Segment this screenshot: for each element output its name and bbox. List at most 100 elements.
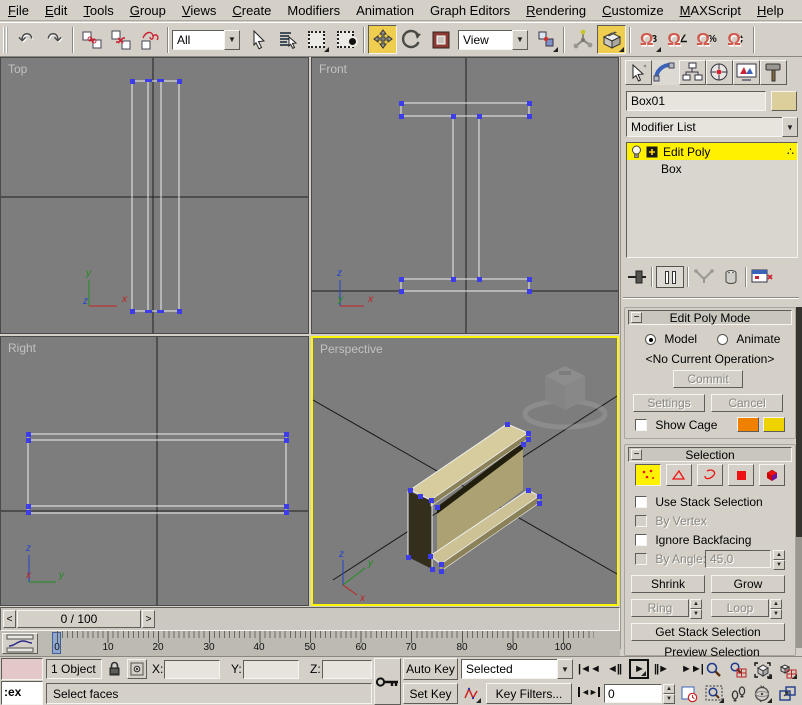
percent-snap-toggle[interactable]: Ω% (692, 25, 721, 54)
rollout-edit-poly-mode-header[interactable]: − Edit Poly Mode (628, 310, 792, 325)
menu-graph-editors[interactable]: Graph Editors (422, 1, 518, 20)
viewport-right-label[interactable]: Right (8, 341, 36, 355)
model-radio[interactable]: Model (645, 332, 697, 346)
undo-button[interactable]: ↶ (11, 25, 40, 54)
checkbox-icon[interactable] (635, 515, 647, 527)
select-and-move-button[interactable] (368, 25, 397, 54)
bind-to-space-warp-button[interactable] (135, 25, 164, 54)
viewport-front-label[interactable]: Front (319, 62, 347, 76)
show-end-result-toggle[interactable] (656, 266, 684, 288)
grow-button[interactable]: Grow (711, 575, 785, 593)
edge-mode-button[interactable] (666, 464, 692, 486)
redo-button[interactable]: ↷ (40, 25, 69, 54)
object-color-swatch[interactable] (771, 91, 797, 111)
dropdown-arrow-icon[interactable]: ▼ (557, 659, 573, 679)
ring-spinner[interactable]: ▲▼ (690, 599, 702, 617)
spinner-down-icon[interactable]: ▼ (663, 694, 675, 704)
collapse-icon[interactable]: − (631, 312, 642, 323)
arc-rotate-button[interactable] (751, 683, 773, 704)
viewport-perspective-label[interactable]: Perspective (320, 342, 383, 356)
go-to-end-button[interactable]: ►►| (681, 663, 703, 675)
pin-stack-button[interactable] (626, 268, 648, 286)
viewport-front[interactable]: Front z y x (311, 57, 619, 334)
zoom-region-button[interactable] (703, 683, 725, 704)
use-pivot-point-center-button[interactable] (531, 25, 560, 54)
get-stack-selection-button[interactable]: Get Stack Selection (631, 623, 785, 641)
menu-help[interactable]: Help (749, 1, 792, 20)
z-coordinate-field[interactable] (322, 660, 372, 679)
macro-recorder-pane[interactable] (1, 658, 43, 680)
zoom-all-button[interactable] (727, 659, 749, 680)
checkbox-icon[interactable] (635, 534, 647, 546)
track-bar-ruler[interactable]: 0 10 20 30 40 50 60 70 80 90 100 (42, 631, 594, 656)
zoom-button[interactable] (703, 659, 725, 680)
spinner-up-icon[interactable]: ▲ (663, 684, 675, 694)
time-slider-track[interactable]: < 0 / 100 > (0, 607, 620, 631)
menu-modifiers[interactable]: Modifiers (279, 1, 348, 20)
zoom-extents-button[interactable] (751, 659, 773, 680)
viewport-right[interactable]: Right z y x (0, 336, 309, 606)
menu-file[interactable]: File (0, 1, 37, 20)
select-by-name-button[interactable] (273, 25, 302, 54)
radio-on-icon[interactable] (645, 334, 656, 345)
spinner-up-icon[interactable]: ▲ (770, 599, 782, 609)
angle-snap-toggle[interactable]: Ω∠ (663, 25, 692, 54)
zoom-extents-all-button[interactable] (776, 659, 798, 680)
menu-tools[interactable]: Tools (75, 1, 121, 20)
select-and-manipulate-button[interactable] (568, 25, 597, 54)
select-object-button[interactable] (244, 25, 273, 54)
rectangular-selection-region-button[interactable] (302, 25, 331, 54)
mini-listener-pane[interactable]: :ex (1, 681, 43, 705)
next-frame-button[interactable]: ||► (654, 663, 668, 675)
previous-frame-button[interactable]: ◄|| (607, 663, 621, 675)
tab-display[interactable] (733, 60, 760, 85)
select-and-rotate-button[interactable] (397, 25, 426, 54)
radio-off-icon[interactable] (717, 334, 728, 345)
modifier-stack[interactable]: Edit Poly ∴ Box (626, 142, 798, 258)
commit-button[interactable]: Commit (673, 370, 743, 388)
time-slider-next-button[interactable]: > (142, 610, 155, 628)
viewport-perspective[interactable]: Perspective (311, 336, 619, 606)
checkbox-icon[interactable] (635, 496, 647, 508)
absolute-offset-toggle[interactable] (127, 659, 147, 679)
reference-coordinate-dropdown[interactable]: View ▼ (458, 30, 528, 50)
panel-scrollbar[interactable] (796, 307, 802, 648)
border-mode-button[interactable] (697, 464, 723, 486)
object-name-field[interactable]: Box01 (626, 91, 766, 111)
menu-maxscript[interactable]: MAXScript (672, 1, 749, 20)
menu-customize[interactable]: Customize (594, 1, 671, 20)
viewport-right-canvas[interactable]: z y x (1, 337, 308, 605)
dropdown-arrow-icon[interactable]: ▼ (782, 117, 798, 137)
by-angle-field[interactable]: 45,0 (705, 550, 771, 568)
tab-create[interactable] (625, 60, 652, 85)
ignore-backfacing-checkbox[interactable]: Ignore Backfacing (635, 533, 751, 547)
by-angle-checkbox[interactable]: By Angle: (635, 552, 706, 566)
tab-utilities[interactable] (760, 60, 787, 85)
panel-scrollbar-thumb[interactable] (796, 307, 802, 537)
tab-modify[interactable] (652, 60, 679, 85)
key-filters-button[interactable]: Key Filters... (486, 683, 572, 704)
y-coordinate-field[interactable] (243, 660, 299, 679)
toolbar-drag-handle[interactable] (3, 27, 8, 53)
remove-modifier-button[interactable] (720, 268, 742, 286)
time-configuration-button[interactable] (679, 684, 700, 704)
element-mode-button[interactable] (759, 464, 785, 486)
use-stack-selection-checkbox[interactable]: Use Stack Selection (635, 495, 763, 509)
make-unique-button[interactable] (692, 268, 716, 286)
ibeam-mesh[interactable] (406, 422, 542, 574)
menu-animation[interactable]: Animation (348, 1, 422, 20)
selection-filter-dropdown[interactable]: All ▼ (172, 30, 240, 50)
checkbox-icon[interactable] (635, 419, 647, 431)
select-and-scale-button[interactable] (426, 25, 455, 54)
time-slider-prev-button[interactable]: < (3, 610, 16, 628)
auto-key-button[interactable]: Auto Key (403, 658, 458, 680)
by-angle-spinner[interactable]: ▲▼ (773, 550, 785, 568)
window-crossing-toggle[interactable] (331, 25, 360, 54)
unlink-selection-button[interactable] (106, 25, 135, 54)
menu-group[interactable]: Group (122, 1, 174, 20)
selection-lock-toggle[interactable] (104, 659, 124, 679)
maximize-viewport-toggle[interactable] (776, 683, 798, 704)
cage-selected-color-swatch[interactable] (763, 417, 785, 432)
expand-plus-icon[interactable] (646, 146, 658, 158)
show-cage-checkbox[interactable]: Show Cage (635, 418, 717, 432)
